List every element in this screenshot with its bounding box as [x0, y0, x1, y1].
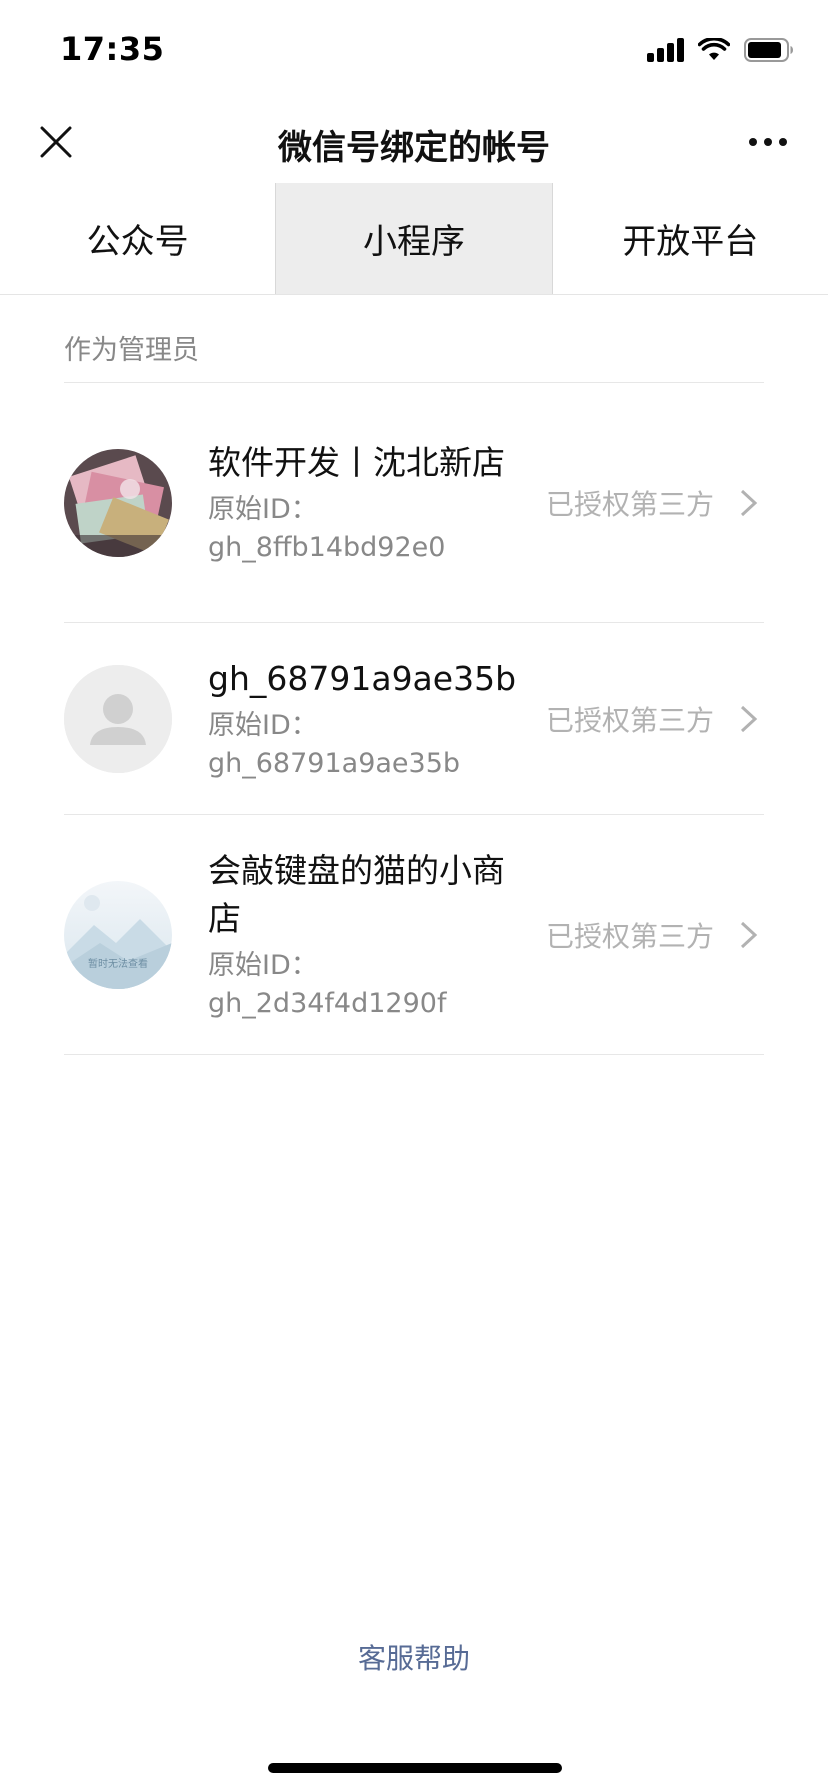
original-id-label: 原始ID： [208, 709, 318, 741]
default-user-avatar [64, 664, 172, 773]
customer-service-help-link[interactable]: 客服帮助 [0, 1637, 828, 1677]
battery-icon [744, 38, 794, 62]
image-placeholder-icon [64, 880, 172, 989]
screen: 17:35 微信号绑定的帐号 公众号 小程序 开放平台 作为管理员 软件开发丨沈… [0, 0, 828, 1792]
original-id-label: 原始ID： [208, 493, 318, 525]
list-item[interactable]: 暂时无法查看 会敲键盘的猫的小商店 原始ID： gh_2d34f4d1290f … [64, 815, 764, 1055]
item-info: 会敲键盘的猫的小商店 原始ID： gh_2d34f4d1290f [208, 847, 508, 1023]
account-name: gh_68791a9ae35b [208, 658, 517, 698]
tab-bar: 公众号 小程序 开放平台 [0, 183, 828, 295]
original-id: gh_2d34f4d1290f [208, 987, 447, 1019]
tab-official-accounts[interactable]: 公众号 [0, 183, 275, 294]
original-id-label: 原始ID： [208, 949, 318, 981]
account-name: 会敲键盘的猫的小商店 [208, 850, 505, 938]
image-unavailable-avatar: 暂时无法查看 [64, 880, 172, 989]
cellular-signal-icon [647, 38, 684, 62]
list-item[interactable]: gh_68791a9ae35b 原始ID： gh_68791a9ae35b 已授… [64, 623, 764, 815]
list-item[interactable]: 软件开发丨沈北新店 原始ID： gh_8ffb14bd92e0 已授权第三方 [64, 383, 764, 623]
original-id: gh_8ffb14bd92e0 [208, 531, 446, 563]
item-info: 软件开发丨沈北新店 原始ID： gh_8ffb14bd92e0 [208, 439, 508, 567]
original-id: gh_68791a9ae35b [208, 747, 461, 779]
chevron-right-icon [740, 921, 758, 948]
chevron-right-icon [740, 705, 758, 732]
account-name: 软件开发丨沈北新店 [208, 442, 505, 482]
item-info: gh_68791a9ae35b 原始ID： gh_68791a9ae35b [208, 655, 517, 783]
tab-mini-programs[interactable]: 小程序 [275, 183, 553, 294]
wifi-icon [698, 38, 730, 62]
chevron-right-icon [740, 489, 758, 516]
image-unavailable-text: 暂时无法查看 [88, 959, 148, 970]
authorization-status: 已授权第三方 [545, 919, 714, 953]
tab-open-platform[interactable]: 开放平台 [553, 183, 828, 294]
more-button[interactable] [744, 122, 792, 162]
user-silhouette-icon [64, 664, 172, 773]
status-icons [647, 36, 794, 64]
navigation-bar: 微信号绑定的帐号 [0, 100, 828, 182]
status-bar: 17:35 [0, 0, 828, 100]
authorization-status: 已授权第三方 [545, 487, 714, 521]
account-list: 软件开发丨沈北新店 原始ID： gh_8ffb14bd92e0 已授权第三方 g… [64, 382, 764, 1055]
more-dots-icon [749, 138, 787, 146]
page-title: 微信号绑定的帐号 [278, 128, 550, 168]
money-photo-avatar [64, 448, 172, 557]
status-time: 17:35 [60, 30, 165, 68]
home-indicator [268, 1763, 562, 1773]
section-header: 作为管理员 [64, 335, 199, 366]
authorization-status: 已授权第三方 [545, 703, 714, 737]
